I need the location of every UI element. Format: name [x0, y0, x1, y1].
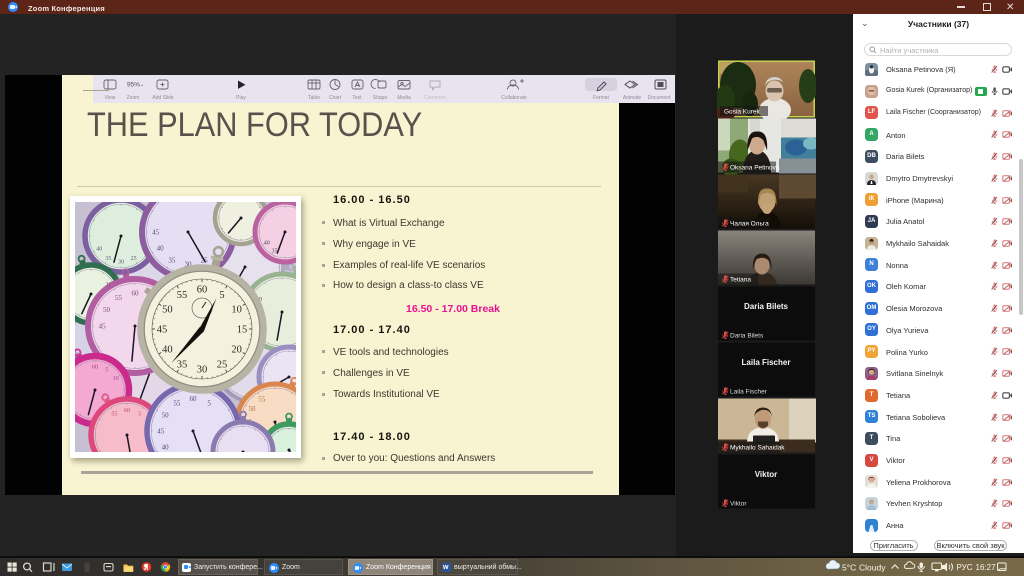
svg-text:10: 10 [113, 376, 119, 382]
svg-text:⌄: ⌄ [140, 82, 144, 88]
svg-text:Shape: Shape [373, 95, 388, 101]
svg-text:55: 55 [258, 395, 266, 403]
svg-text:55: 55 [177, 290, 188, 301]
svg-text:Text: Text [352, 95, 362, 101]
svg-text:20: 20 [231, 345, 242, 356]
svg-text:40: 40 [162, 345, 173, 356]
svg-text:Document: Document [648, 95, 671, 101]
svg-text:60: 60 [92, 364, 98, 370]
svg-text:Чалая Ольга: Чалая Ольга [730, 221, 769, 228]
svg-text:25: 25 [217, 359, 228, 370]
svg-text:Zoom: Zoom [127, 95, 140, 101]
svg-text:50: 50 [103, 306, 111, 314]
svg-text:Animate: Animate [623, 95, 642, 101]
svg-text:Viktor: Viktor [755, 470, 778, 479]
svg-text:Mykhailo Sahaidak: Mykhailo Sahaidak [730, 445, 785, 452]
svg-text:35: 35 [168, 256, 176, 264]
svg-text:Viktor: Viktor [730, 501, 747, 508]
svg-text:Comment: Comment [424, 95, 446, 101]
svg-text:55: 55 [111, 411, 117, 417]
svg-text:60: 60 [124, 408, 130, 414]
svg-text:40: 40 [162, 444, 170, 452]
svg-text:45: 45 [157, 325, 168, 336]
svg-text:Daria Bilets: Daria Bilets [730, 333, 764, 340]
svg-text:45: 45 [99, 323, 107, 331]
svg-text:35: 35 [105, 256, 111, 262]
svg-text:16:27: 16:27 [976, 563, 997, 572]
svg-text:РУС: РУС [957, 563, 973, 572]
svg-text:25: 25 [131, 256, 137, 262]
svg-text:5: 5 [207, 400, 211, 408]
svg-text:15: 15 [237, 325, 248, 336]
svg-text:35: 35 [272, 248, 278, 254]
svg-text:40: 40 [264, 241, 270, 247]
svg-text:Cloudy: Cloudy [859, 563, 886, 573]
svg-text:45: 45 [157, 427, 165, 435]
svg-text:Chart: Chart [329, 95, 342, 101]
svg-text:Play: Play [236, 95, 246, 101]
svg-text:30: 30 [197, 365, 208, 376]
svg-text:95%: 95% [127, 82, 140, 89]
svg-text:50: 50 [162, 305, 173, 316]
svg-text:60: 60 [132, 290, 140, 298]
svg-text:30: 30 [118, 259, 124, 265]
svg-text:60: 60 [190, 395, 198, 403]
svg-text:55: 55 [173, 400, 181, 408]
svg-text:Add Slide: Add Slide [152, 95, 174, 101]
svg-text:60: 60 [197, 285, 208, 296]
svg-text:Media: Media [397, 95, 411, 101]
svg-text:Laila Fischer: Laila Fischer [730, 389, 768, 396]
svg-text:5: 5 [138, 411, 141, 417]
svg-text:45: 45 [152, 229, 160, 237]
svg-text:50: 50 [249, 405, 257, 413]
svg-text:Daria Bilets: Daria Bilets [744, 302, 789, 311]
svg-text:Table: Table [308, 95, 320, 101]
svg-text:Tetiana: Tetiana [730, 277, 751, 284]
svg-text:Gosia Kurek: Gosia Kurek [724, 109, 761, 116]
svg-text:Format: Format [593, 95, 609, 101]
svg-text:5°C: 5°C [842, 563, 856, 573]
svg-text:55: 55 [115, 294, 123, 302]
svg-text:5: 5 [105, 368, 108, 374]
svg-text:View: View [105, 95, 116, 101]
svg-text:Collaborate: Collaborate [501, 95, 527, 101]
svg-text:Laila Fischer: Laila Fischer [742, 358, 791, 367]
svg-text:Oksana Petinova: Oksana Petinova [730, 165, 780, 172]
svg-text:40: 40 [96, 247, 102, 253]
svg-text:10: 10 [231, 305, 242, 316]
svg-text:5: 5 [219, 290, 224, 301]
svg-text:35: 35 [177, 359, 188, 370]
svg-text:40: 40 [157, 245, 165, 253]
svg-text:50: 50 [162, 411, 170, 419]
